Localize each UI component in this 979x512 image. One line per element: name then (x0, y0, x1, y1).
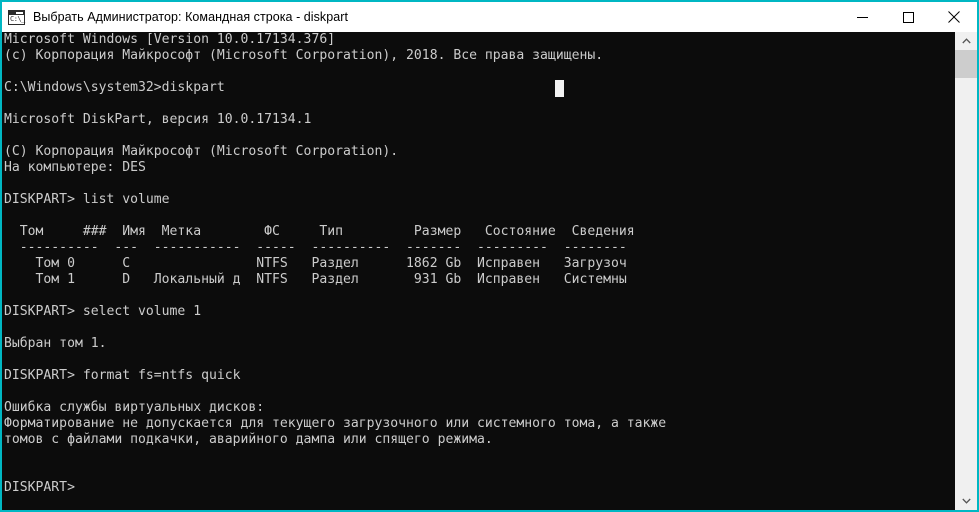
title-bar[interactable]: C:\_ Выбрать Администратор: Командная ст… (2, 2, 977, 32)
console-text: Microsoft Windows [Version 10.0.17134.37… (4, 32, 667, 495)
window-title: Выбрать Администратор: Командная строка … (33, 10, 348, 24)
scroll-up-button[interactable] (955, 32, 977, 50)
minimize-icon (856, 16, 868, 18)
command-prompt-window: C:\_ Выбрать Администратор: Командная ст… (0, 0, 979, 512)
scrollbar-track[interactable] (955, 50, 977, 492)
chevron-up-icon (961, 38, 971, 44)
scroll-down-button[interactable] (955, 492, 977, 510)
scrollbar-thumb[interactable] (955, 50, 977, 78)
console-output-area[interactable]: Microsoft Windows [Version 10.0.17134.37… (2, 32, 955, 510)
close-button[interactable] (931, 2, 977, 32)
console-icon: C:\_ (8, 9, 25, 25)
maximize-button[interactable] (885, 2, 931, 32)
vertical-scrollbar[interactable] (955, 32, 977, 510)
close-icon (948, 11, 960, 23)
console-icon-dots (16, 11, 23, 14)
minimize-button[interactable] (839, 2, 885, 32)
maximize-icon (902, 11, 914, 23)
console-icon-prompt: C:\_ (10, 14, 25, 23)
window-controls (839, 2, 977, 32)
text-cursor (555, 80, 564, 97)
chevron-down-icon (961, 498, 971, 504)
